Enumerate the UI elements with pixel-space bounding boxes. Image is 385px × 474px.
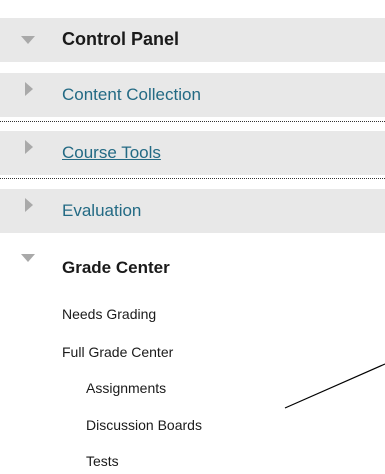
annotation-pointer-line — [284, 363, 385, 409]
control-panel-menu: Control Panel Content Collection Course … — [0, 0, 385, 474]
